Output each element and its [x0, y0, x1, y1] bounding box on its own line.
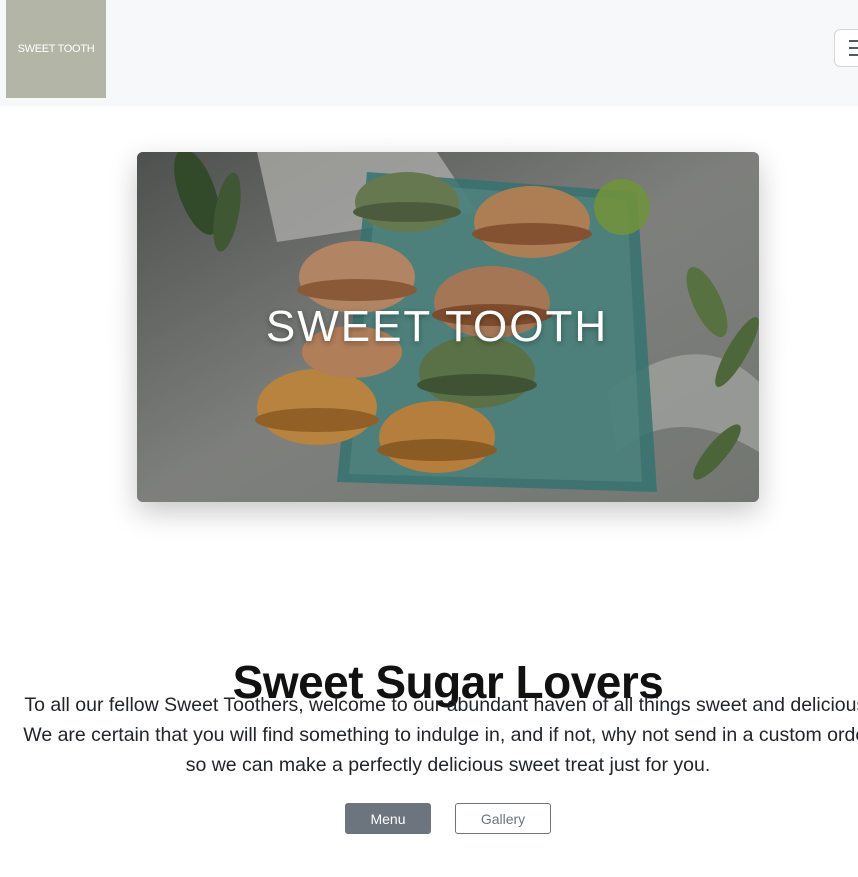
intro-line: We are certain that you will find someth… — [23, 724, 858, 746]
intro-line: so we can make a perfectly delicious swe… — [185, 754, 711, 776]
menu-button[interactable]: Menu — [345, 803, 431, 834]
navbar-toggler-button[interactable] — [834, 29, 858, 67]
hero-title: SWEET TOOTH — [265, 302, 609, 351]
hamburger-icon — [849, 40, 858, 56]
intro-paragraph: To all our fellow Sweet Toothers, welcom… — [0, 690, 858, 780]
logo[interactable]: SWEET TOOTH — [6, 0, 106, 98]
intro-line: To all our fellow Sweet Toothers, welcom… — [24, 694, 858, 716]
logo-text: SWEET TOOTH — [17, 43, 95, 55]
gallery-button[interactable]: Gallery — [455, 803, 551, 834]
navbar: SWEET TOOTH — [0, 0, 858, 106]
hero-image: SWEET TOOTH — [137, 152, 759, 502]
